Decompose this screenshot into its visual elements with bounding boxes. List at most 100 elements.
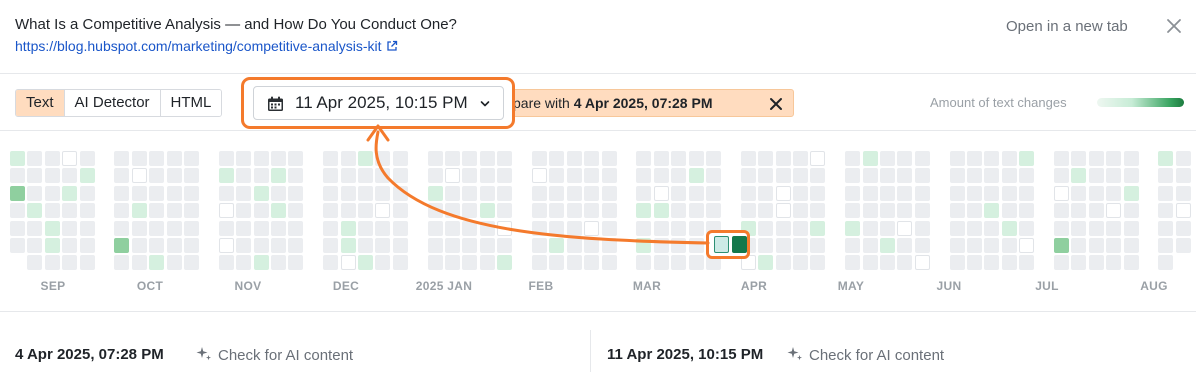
timeline-cell[interactable] xyxy=(271,168,286,184)
timeline-cell[interactable] xyxy=(793,255,808,271)
timeline-cell[interactable] xyxy=(358,255,373,271)
timeline-cell[interactable] xyxy=(845,255,861,271)
timeline-cell[interactable] xyxy=(636,238,652,253)
timeline-cell[interactable] xyxy=(340,238,356,253)
timeline-cell[interactable] xyxy=(1158,168,1174,184)
timeline-cell[interactable] xyxy=(984,203,1000,219)
timeline-cell[interactable] xyxy=(1001,151,1017,166)
timeline-cell[interactable] xyxy=(462,151,478,166)
timeline-cell[interactable] xyxy=(44,203,60,219)
timeline-cell[interactable] xyxy=(375,168,391,184)
timeline-cell[interactable] xyxy=(253,168,269,184)
timeline-cell[interactable] xyxy=(653,238,669,253)
timeline-cell[interactable] xyxy=(810,220,826,236)
timeline-cell[interactable] xyxy=(44,168,60,184)
timeline-cell[interactable] xyxy=(271,238,286,253)
timeline-cell[interactable] xyxy=(1158,203,1174,219)
timeline-cell[interactable] xyxy=(688,185,704,201)
timeline-cell[interactable] xyxy=(793,168,808,184)
timeline-cell[interactable] xyxy=(218,238,234,253)
timeline-cell[interactable] xyxy=(427,238,443,253)
timeline-cell[interactable] xyxy=(271,151,286,166)
timeline-cell[interactable] xyxy=(427,220,443,236)
timeline-cell[interactable] xyxy=(184,168,199,184)
timeline-cell[interactable] xyxy=(445,203,460,219)
timeline-cell[interactable] xyxy=(323,151,339,166)
timeline-cell[interactable] xyxy=(775,238,791,253)
timeline-cell[interactable] xyxy=(549,151,565,166)
timeline-cell[interactable] xyxy=(1054,238,1069,253)
timeline-cell[interactable] xyxy=(967,220,982,236)
timeline-cell[interactable] xyxy=(566,168,582,184)
timeline-cell[interactable] xyxy=(288,220,304,236)
timeline-cell[interactable] xyxy=(949,203,965,219)
timeline-cell[interactable] xyxy=(671,185,687,201)
timeline-cell[interactable] xyxy=(636,255,652,271)
timeline-cell[interactable] xyxy=(549,238,565,253)
timeline-cell[interactable] xyxy=(758,185,774,201)
timeline-cell[interactable] xyxy=(775,220,791,236)
timeline-cell[interactable] xyxy=(1175,238,1191,253)
timeline-cell[interactable] xyxy=(775,185,791,201)
external-link-icon[interactable] xyxy=(386,40,398,52)
timeline-cell[interactable] xyxy=(10,203,25,219)
timeline-cell[interactable] xyxy=(131,185,147,201)
timeline-cell[interactable] xyxy=(358,203,373,219)
timeline-cell[interactable] xyxy=(358,238,373,253)
timeline-cell[interactable] xyxy=(1001,203,1017,219)
timeline-cell[interactable] xyxy=(671,238,687,253)
timeline-cell[interactable] xyxy=(532,255,547,271)
timeline-cell[interactable] xyxy=(688,168,704,184)
timeline-cell[interactable] xyxy=(253,238,269,253)
timeline-cell[interactable] xyxy=(740,185,756,201)
timeline-cell[interactable] xyxy=(114,203,130,219)
timeline-cell[interactable] xyxy=(810,238,826,253)
timeline-cell[interactable] xyxy=(636,185,652,201)
timeline-cell[interactable] xyxy=(984,255,1000,271)
timeline-cell[interactable] xyxy=(706,151,721,166)
timeline-cell[interactable] xyxy=(688,220,704,236)
snapshot-date-dropdown[interactable]: 11 Apr 2025, 10:15 PM xyxy=(253,86,504,120)
timeline-cell[interactable] xyxy=(323,220,339,236)
timeline-cell[interactable] xyxy=(1071,238,1087,253)
timeline-cell[interactable] xyxy=(427,168,443,184)
timeline-cell[interactable] xyxy=(862,220,878,236)
timeline-cell[interactable] xyxy=(497,255,513,271)
timeline-cell[interactable] xyxy=(462,185,478,201)
timeline-cell[interactable] xyxy=(131,220,147,236)
timeline-cell[interactable] xyxy=(758,151,774,166)
timeline-cell[interactable] xyxy=(166,203,182,219)
timeline-cell[interactable] xyxy=(323,203,339,219)
timeline-cell[interactable] xyxy=(1054,255,1069,271)
timeline-cell[interactable] xyxy=(984,220,1000,236)
timeline-cell[interactable] xyxy=(688,255,704,271)
timeline-cell[interactable] xyxy=(479,185,495,201)
timeline-cell[interactable] xyxy=(845,168,861,184)
timeline-cell[interactable] xyxy=(462,168,478,184)
timeline-cell[interactable] xyxy=(1019,220,1035,236)
timeline-cell[interactable] xyxy=(584,168,600,184)
timeline-cell[interactable] xyxy=(880,185,895,201)
timeline-cell[interactable] xyxy=(236,220,252,236)
timeline-cell[interactable] xyxy=(862,168,878,184)
timeline-cell[interactable] xyxy=(184,203,199,219)
timeline-cell[interactable] xyxy=(584,185,600,201)
timeline-cell[interactable] xyxy=(1071,151,1087,166)
timeline-cell[interactable] xyxy=(166,151,182,166)
timeline-cell[interactable] xyxy=(131,255,147,271)
timeline-cell[interactable] xyxy=(149,220,165,236)
timeline-cell[interactable] xyxy=(253,185,269,201)
timeline-cell[interactable] xyxy=(10,220,25,236)
timeline-cell[interactable] xyxy=(862,185,878,201)
timeline-cell[interactable] xyxy=(758,255,774,271)
timeline-cell[interactable] xyxy=(184,151,199,166)
timeline-cell[interactable] xyxy=(862,255,878,271)
timeline-cell[interactable] xyxy=(532,151,547,166)
timeline-cell[interactable] xyxy=(27,168,43,184)
timeline-cell[interactable] xyxy=(288,151,304,166)
timeline-cell[interactable] xyxy=(149,255,165,271)
timeline-cell[interactable] xyxy=(967,255,982,271)
timeline-cell[interactable] xyxy=(375,238,391,253)
selected-snapshot-cell[interactable] xyxy=(732,236,747,253)
timeline-cell[interactable] xyxy=(758,203,774,219)
